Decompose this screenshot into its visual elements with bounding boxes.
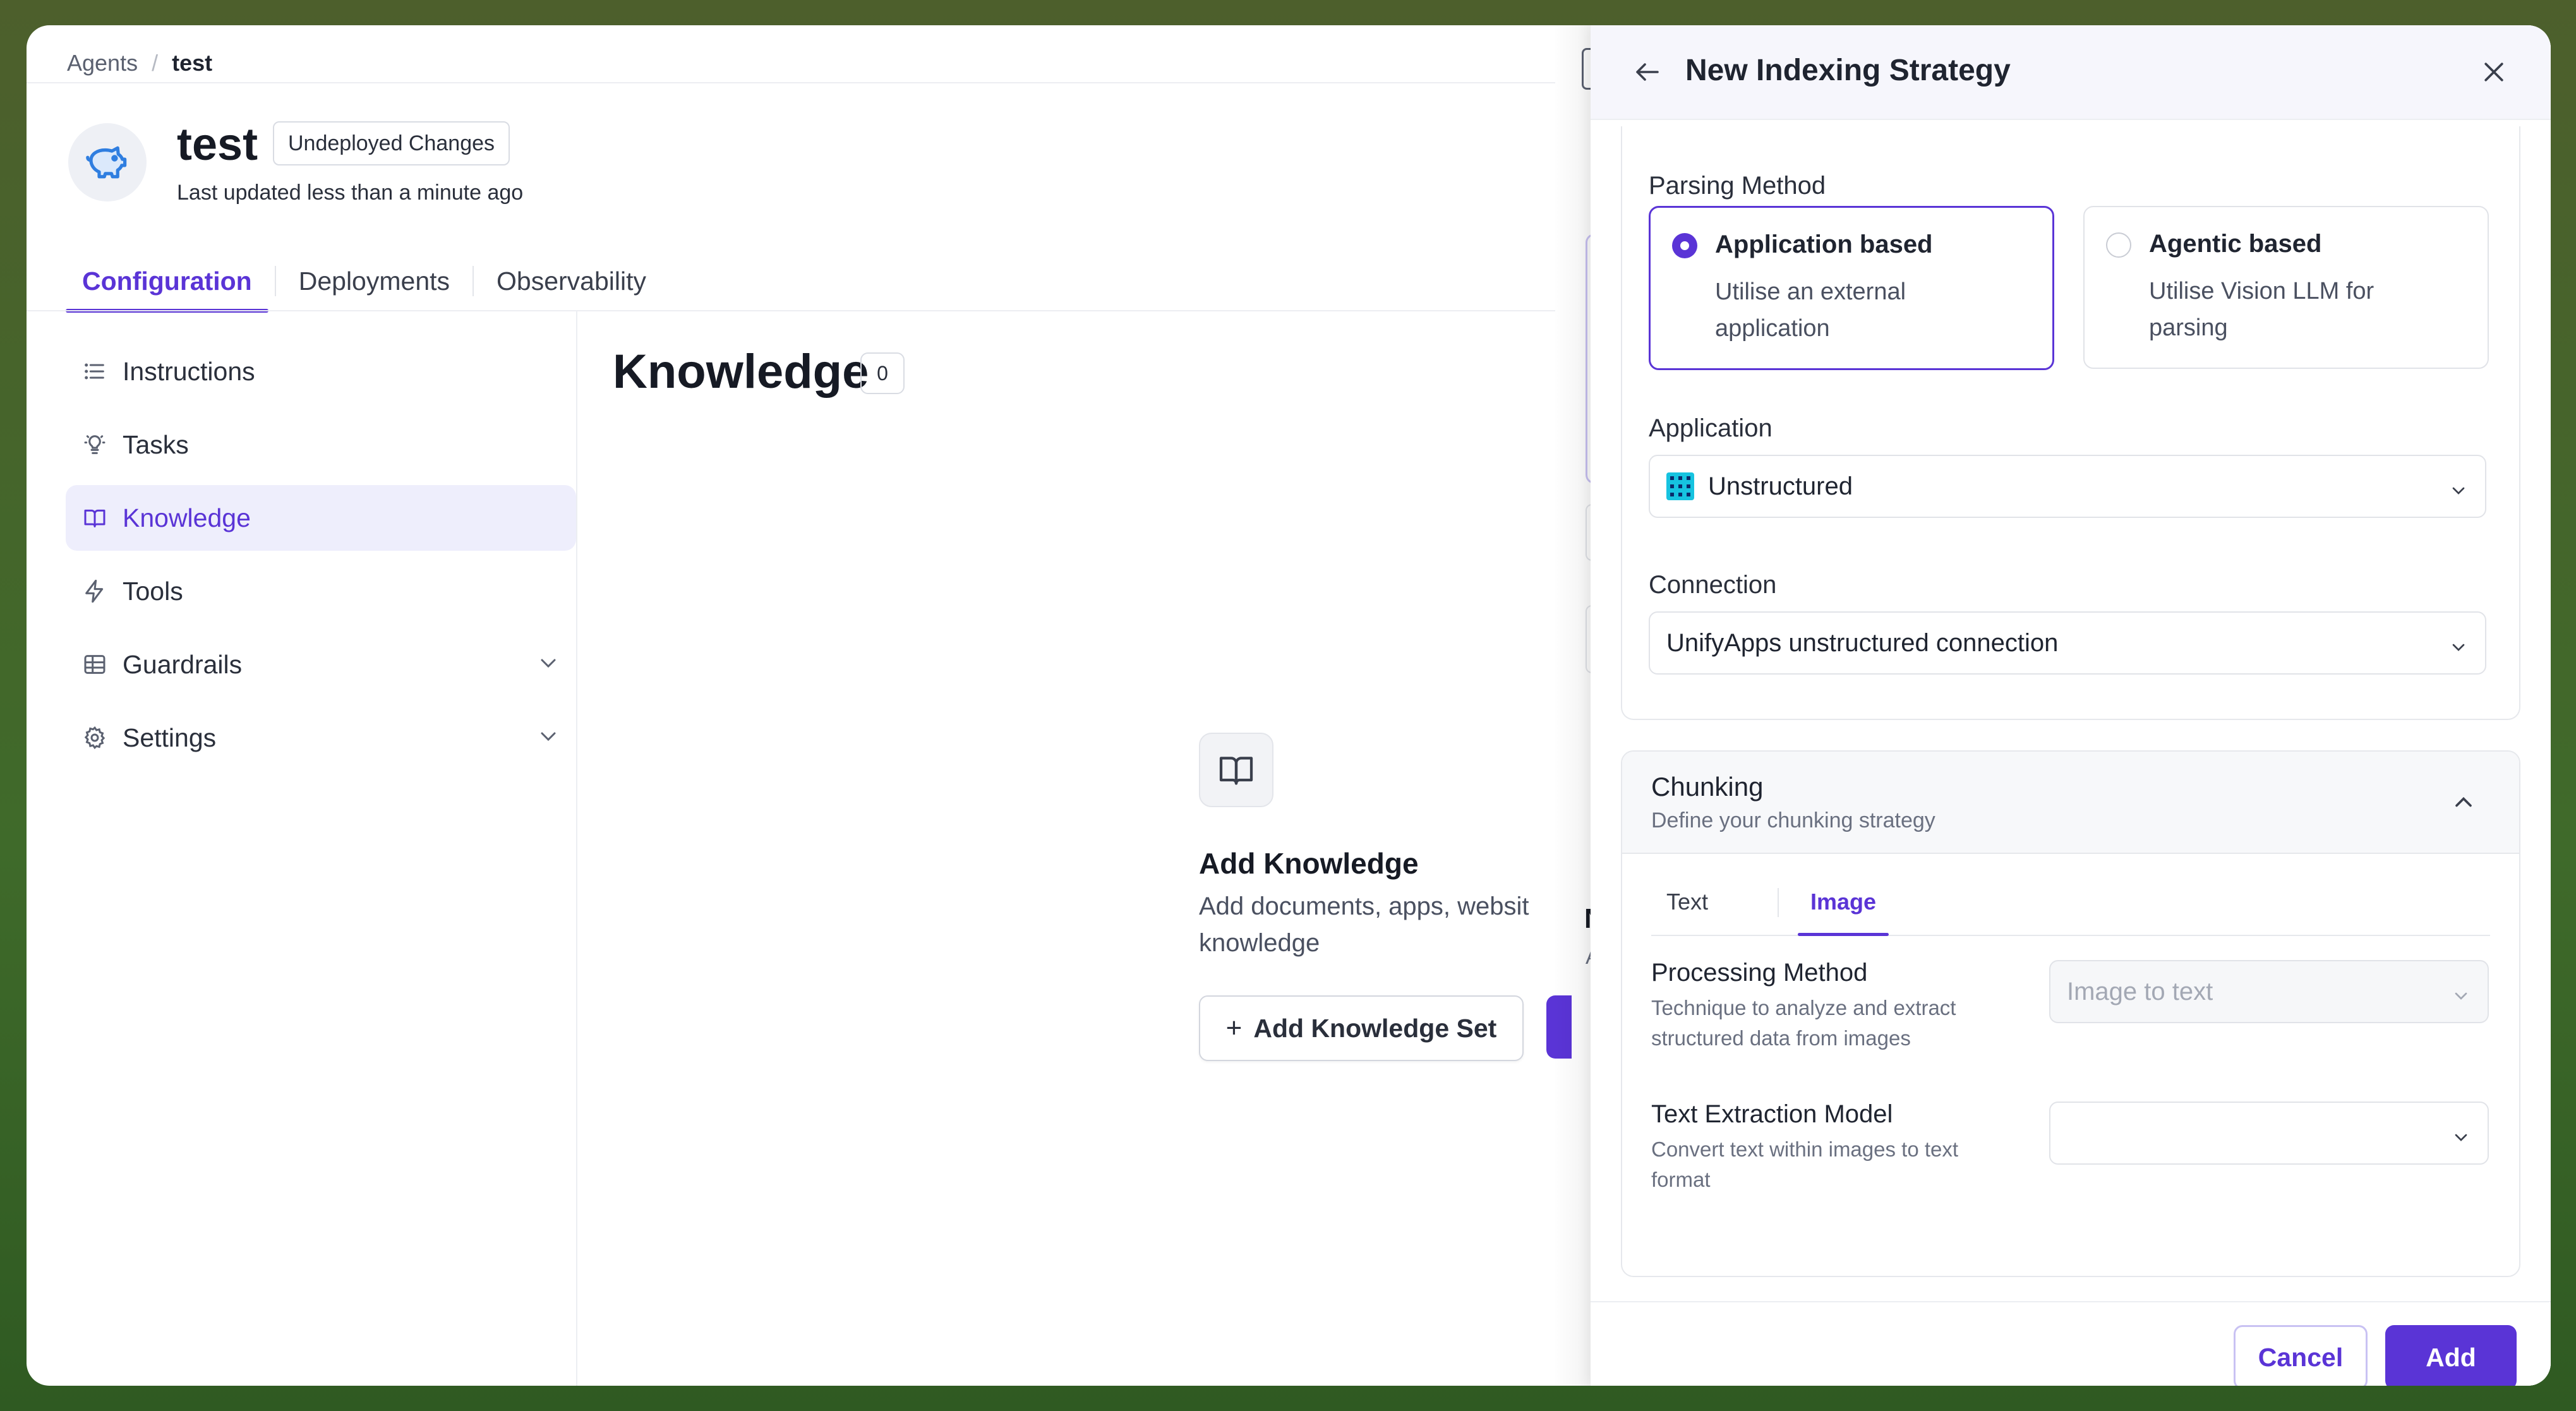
unstructured-logo-icon [1666,472,1694,500]
tab-divider [472,266,474,296]
chunking-card: Chunking Define your chunking strategy T… [1621,750,2520,1277]
arrow-left-icon [1636,63,1659,81]
breadcrumb-agents-link[interactable]: Agents [67,50,138,76]
drawer-title: New Indexing Strategy [1685,54,2011,87]
empty-state-description: Add documents, apps, websit knowledge [1199,888,1565,961]
add-knowledge-set-label: Add Knowledge Set [1253,1013,1497,1043]
list-icon [81,357,109,385]
empty-state-desc-line: knowledge [1199,929,1320,957]
chevron-down-icon [536,724,561,755]
header-divider [27,82,1555,83]
tab-text[interactable]: Text [1666,869,1708,935]
parsing-method-label: Parsing Method [1649,172,1826,200]
chunking-header[interactable]: Chunking Define your chunking strategy [1622,752,2519,854]
gear-icon [81,724,109,752]
cancel-button[interactable]: Cancel [2234,1325,2368,1386]
chevron-down-icon [2448,479,2469,507]
drawer-footer: Cancel Add [1591,1301,2551,1386]
status-badge: Undeployed Changes [273,121,510,165]
sidebar-item-label: Instructions [123,356,255,386]
book-icon [1219,757,1253,785]
sidebar-item-tools[interactable]: Tools [66,558,576,624]
agent-name: test [177,119,258,170]
table-icon [81,651,109,678]
processing-method-value: Image to text [2067,977,2213,1006]
page-title: Knowledge [613,345,869,399]
empty-state-icon [1199,733,1273,807]
empty-state-title: Add Knowledge [1199,847,1419,880]
radio-application-based[interactable]: Application based Utilise an external ap… [1649,206,2054,370]
sidebar-item-settings[interactable]: Settings [66,705,576,771]
sidebar-item-label: Tasks [123,429,189,459]
sidebar-item-tasks[interactable]: Tasks [66,412,576,477]
sidebar-item-label: Settings [123,723,217,752]
application-select[interactable]: Unstructured [1649,455,2486,518]
app-window: Agents / test test Undeployed Changes La… [27,25,2551,1386]
sidebar: Instructions Tasks Knowledge Tools Guard… [66,339,576,778]
sidebar-item-label: Knowledge [123,503,251,532]
chevron-down-icon [2448,635,2469,664]
chevron-up-icon [2455,796,2472,807]
book-icon [81,504,109,532]
plus-icon: + [1225,1012,1243,1043]
application-select-value: Unstructured [1708,472,1853,500]
sidebar-item-label: Guardrails [123,649,243,679]
tab-image[interactable]: Image [1797,869,1889,936]
desktop-background: Agents / test test Undeployed Changes La… [0,0,2576,1411]
processing-method-select[interactable]: Image to text [2049,960,2489,1023]
close-icon [2484,63,2503,81]
connection-select-value: UnifyApps unstructured connection [1666,628,2059,657]
back-button[interactable] [1627,52,1668,92]
sidebar-item-label: Tools [123,576,183,606]
tabs-divider [27,310,1555,311]
tab-divider [274,266,276,296]
radio-description: Utilise Vision LLM for parsing [2149,278,2374,341]
last-updated-text: Last updated less than a minute ago [177,181,524,205]
text-extraction-model-label: Text Extraction Model [1651,1100,1893,1128]
text-extraction-model-description: Convert text within images to text forma… [1651,1138,1959,1191]
collapse-button[interactable] [2446,784,2481,820]
text-extraction-model-select[interactable] [2049,1102,2489,1165]
connection-label: Connection [1649,571,1777,599]
processing-method-label: Processing Method [1651,959,1868,987]
main-tabs: Configuration Deployments Observability [66,249,663,313]
sidebar-item-instructions[interactable]: Instructions [66,339,576,404]
radio-description: Utilise an external application [1715,279,1906,342]
tab-divider [1778,888,1779,917]
drawer-header: New Indexing Strategy [1591,25,2551,120]
add-knowledge-set-button[interactable]: + Add Knowledge Set [1199,995,1524,1061]
sidebar-item-knowledge[interactable]: Knowledge [66,485,576,551]
radio-button[interactable] [1672,233,1697,258]
chunking-tabs: Text Image [1651,869,2490,936]
radio-title: Agentic based [2149,230,2322,258]
agent-avatar [68,123,147,201]
empty-state-desc-line: Add documents, apps, websit [1199,892,1529,920]
tab-configuration[interactable]: Configuration [66,249,268,313]
processing-method-description: Technique to analyze and extract structu… [1651,996,1956,1050]
lightbulb-icon [81,431,109,459]
sidebar-item-guardrails[interactable]: Guardrails [66,632,576,697]
breadcrumb-separator: / [152,50,159,76]
radio-agentic-based[interactable]: Agentic based Utilise Vision LLM for par… [2083,206,2489,369]
tab-deployments[interactable]: Deployments [282,249,466,313]
radio-title: Application based [1715,231,1933,258]
chunking-title: Chunking [1651,772,1764,802]
connection-select[interactable]: UnifyApps unstructured connection [1649,611,2486,675]
sidebar-divider [576,311,577,1386]
radio-button[interactable] [2106,232,2131,258]
knowledge-count-badge: 0 [860,352,905,394]
indexing-strategy-drawer: New Indexing Strategy Parsing Method App… [1591,25,2551,1386]
add-button[interactable]: Add [2385,1325,2517,1386]
application-label: Application [1649,414,1773,442]
lightning-icon [81,577,109,605]
breadcrumb-current: test [172,50,213,76]
piggy-bank-icon [86,146,127,179]
close-button[interactable] [2474,52,2514,92]
chevron-down-icon [2451,984,2471,1012]
chevron-down-icon [2451,1126,2471,1154]
chunking-subtitle: Define your chunking strategy [1651,808,1935,832]
chevron-down-icon [536,651,561,682]
tab-observability[interactable]: Observability [480,249,663,313]
